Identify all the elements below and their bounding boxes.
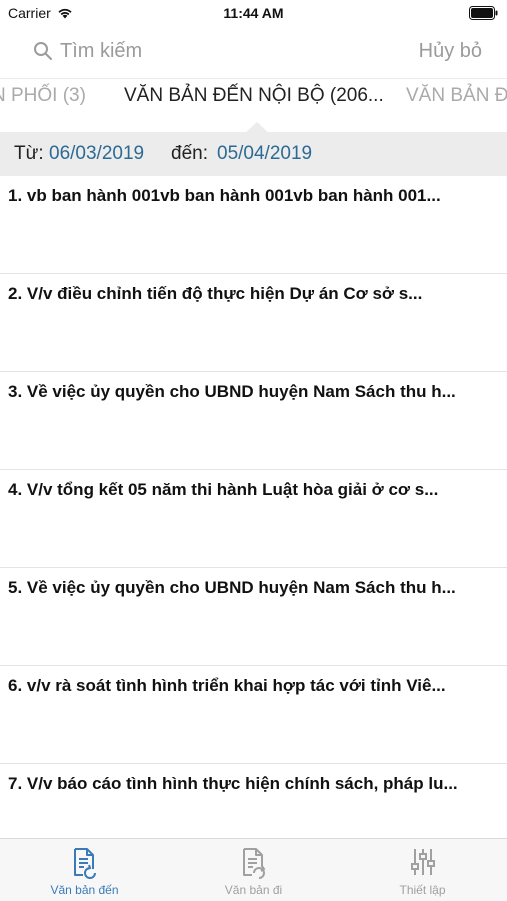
list-item[interactable]: 6. v/v rà soát tình hình triển khai hợp … [0, 666, 507, 764]
to-label: đến: [171, 143, 208, 164]
list-item[interactable]: 2. V/v điều chỉnh tiến độ thực hiện Dự á… [0, 274, 507, 372]
document-title: 1. vb ban hành 001vb ban hành 001vb ban … [8, 186, 441, 205]
status-bar: Carrier 11:44 AM [0, 0, 507, 28]
list-item[interactable]: 1. vb ban hành 001vb ban hành 001vb ban … [0, 176, 507, 274]
bottom-tab-bar: Văn bản đến Văn bản đi Thiết lập [0, 838, 507, 901]
from-date[interactable]: 06/03/2019 [49, 143, 144, 165]
status-time: 11:44 AM [223, 5, 284, 21]
document-title: 3. Về việc ủy quyền cho UBND huyện Nam S… [8, 382, 456, 401]
outgoing-document-icon [243, 848, 266, 879]
list-item[interactable]: 4. V/v tổng kết 05 năm thi hành Luật hòa… [0, 470, 507, 568]
search-bar: Tìm kiếm Hủy bỏ [0, 30, 507, 74]
to-date[interactable]: 05/04/2019 [217, 143, 312, 165]
tab-label: Thiết lập [399, 883, 446, 897]
category-tabs: N PHỐI (3) VĂN BẢN ĐẾN NỘI BỘ (206... VĂ… [0, 78, 507, 113]
list-item[interactable]: 3. Về việc ủy quyền cho UBND huyện Nam S… [0, 372, 507, 470]
document-title: 2. V/v điều chỉnh tiến độ thực hiện Dự á… [8, 284, 423, 303]
list-item[interactable]: 5. Về việc ủy quyền cho UBND huyện Nam S… [0, 568, 507, 666]
tab-label: Văn bản đi [224, 883, 283, 897]
tab-phoi[interactable]: N PHỐI (3) [0, 85, 86, 107]
tab-van-ban-di[interactable]: Văn bản đi [169, 839, 338, 901]
tab-van-ban-den[interactable]: Văn bản đến [0, 839, 169, 901]
tab-van-ban-d[interactable]: VĂN BẢN Đ [406, 85, 507, 107]
date-range-bar[interactable]: Từ: 06/03/2019 đến: 05/04/2019 [0, 132, 507, 176]
search-input[interactable]: Tìm kiếm [60, 40, 142, 63]
document-title: 7. V/v báo cáo tình hình thực hiện chính… [8, 774, 458, 793]
battery-icon [469, 6, 498, 20]
tab-label: Văn bản đến [50, 883, 119, 897]
settings-sliders-icon [411, 849, 435, 875]
document-title: 6. v/v rà soát tình hình triển khai hợp … [8, 676, 446, 695]
incoming-document-icon [74, 848, 96, 879]
document-title: 4. V/v tổng kết 05 năm thi hành Luật hòa… [8, 480, 439, 499]
search-icon [34, 42, 52, 60]
tab-thiet-lap[interactable]: Thiết lập [338, 839, 507, 901]
cancel-button[interactable]: Hủy bỏ [419, 40, 482, 63]
document-list: 1. vb ban hành 001vb ban hành 001vb ban … [0, 176, 507, 862]
tab-van-ban-den-noi-bo[interactable]: VĂN BẢN ĐẾN NỘI BỘ (206... [124, 85, 384, 107]
document-title: 5. Về việc ủy quyền cho UBND huyện Nam S… [8, 578, 456, 597]
from-label: Từ: [14, 143, 44, 164]
